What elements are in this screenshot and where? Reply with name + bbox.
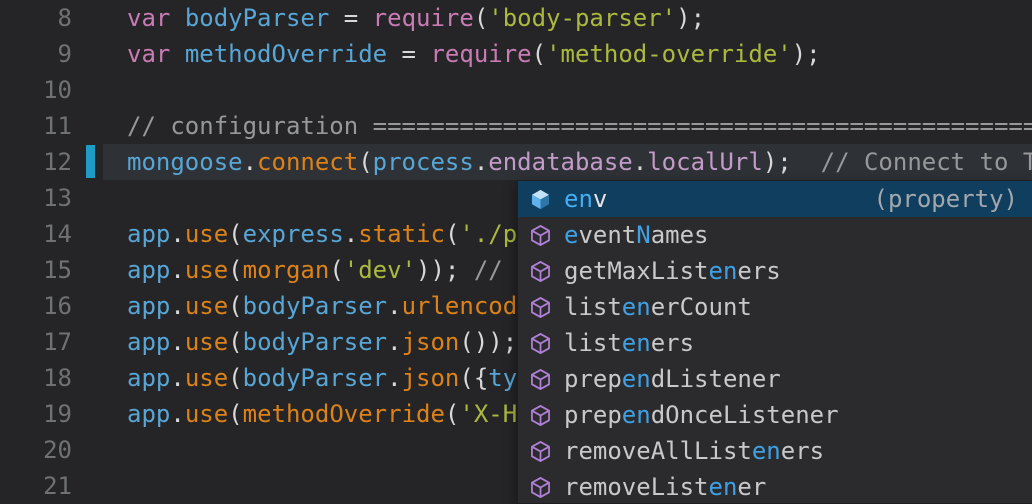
suggest-item-label: getMaxListeners bbox=[564, 257, 781, 285]
suggest-item[interactable]: getMaxListeners bbox=[518, 253, 1032, 289]
symbol-method-icon bbox=[528, 475, 553, 500]
suggest-item-label: eventNames bbox=[564, 221, 709, 249]
code-line[interactable]: 10 bbox=[0, 72, 1032, 108]
line-number: 18 bbox=[0, 360, 103, 396]
suggest-item-label: removeAllListeners bbox=[564, 437, 824, 465]
symbol-method-icon bbox=[528, 223, 553, 248]
code-line[interactable]: 11// configuration =====================… bbox=[0, 108, 1032, 144]
symbol-method-icon bbox=[528, 331, 553, 356]
line-number: 14 bbox=[0, 216, 103, 252]
line-number: 11 bbox=[0, 108, 103, 144]
code-line[interactable]: 12mongoose.connect(process.endatabase.lo… bbox=[0, 144, 1032, 180]
line-number: 16 bbox=[0, 288, 103, 324]
symbol-property-icon bbox=[528, 187, 553, 212]
suggest-item-label: prependOnceListener bbox=[564, 401, 839, 429]
code-text[interactable]: var bodyParser = require('body-parser'); bbox=[103, 0, 1032, 36]
suggest-item-label: prependListener bbox=[564, 365, 781, 393]
suggest-item[interactable]: prependOnceListener bbox=[518, 397, 1032, 433]
line-number: 17 bbox=[0, 324, 103, 360]
suggest-list: env (property) eventNames getMaxListeners li… bbox=[518, 181, 1032, 504]
code-text[interactable]: mongoose.connect(process.endatabase.loca… bbox=[103, 144, 1032, 180]
suggest-item-detail: (property) bbox=[874, 185, 1019, 213]
line-number: 20 bbox=[0, 432, 103, 468]
suggest-item[interactable]: removeListener bbox=[518, 469, 1032, 504]
suggest-item[interactable]: listenerCount bbox=[518, 289, 1032, 325]
intellisense-suggest-widget: env (property) eventNames getMaxListeners li… bbox=[517, 180, 1032, 504]
symbol-method-icon bbox=[528, 259, 553, 284]
code-editor[interactable]: 8var bodyParser = require('body-parser')… bbox=[0, 0, 1032, 504]
code-line[interactable]: 9var methodOverride = require('method-ov… bbox=[0, 36, 1032, 72]
code-text[interactable]: // configuration =======================… bbox=[103, 108, 1032, 144]
suggest-item[interactable]: removeAllListeners bbox=[518, 433, 1032, 469]
symbol-method-icon bbox=[528, 367, 553, 392]
line-number: 8 bbox=[0, 0, 103, 36]
symbol-method-icon bbox=[528, 403, 553, 428]
symbol-method-icon bbox=[528, 439, 553, 464]
line-number: 13 bbox=[0, 180, 103, 216]
suggest-item[interactable]: prependListener bbox=[518, 361, 1032, 397]
suggest-item[interactable]: eventNames bbox=[518, 217, 1032, 253]
suggest-item-label: listenerCount bbox=[564, 293, 752, 321]
suggest-item-label: listeners bbox=[564, 329, 694, 357]
line-number: 21 bbox=[0, 468, 103, 504]
suggest-item[interactable]: listeners bbox=[518, 325, 1032, 361]
line-number: 15 bbox=[0, 252, 103, 288]
code-text[interactable] bbox=[103, 72, 1032, 108]
code-line[interactable]: 8var bodyParser = require('body-parser')… bbox=[0, 0, 1032, 36]
symbol-method-icon bbox=[528, 295, 553, 320]
code-text[interactable]: var methodOverride = require('method-ove… bbox=[103, 36, 1032, 72]
line-number: 10 bbox=[0, 72, 103, 108]
line-number: 9 bbox=[0, 36, 103, 72]
suggest-item[interactable]: env (property) bbox=[518, 181, 1032, 217]
suggest-item-label: env bbox=[564, 185, 607, 213]
line-number: 19 bbox=[0, 396, 103, 432]
suggest-item-label: removeListener bbox=[564, 473, 766, 501]
gutter-modified-indicator bbox=[86, 145, 95, 178]
